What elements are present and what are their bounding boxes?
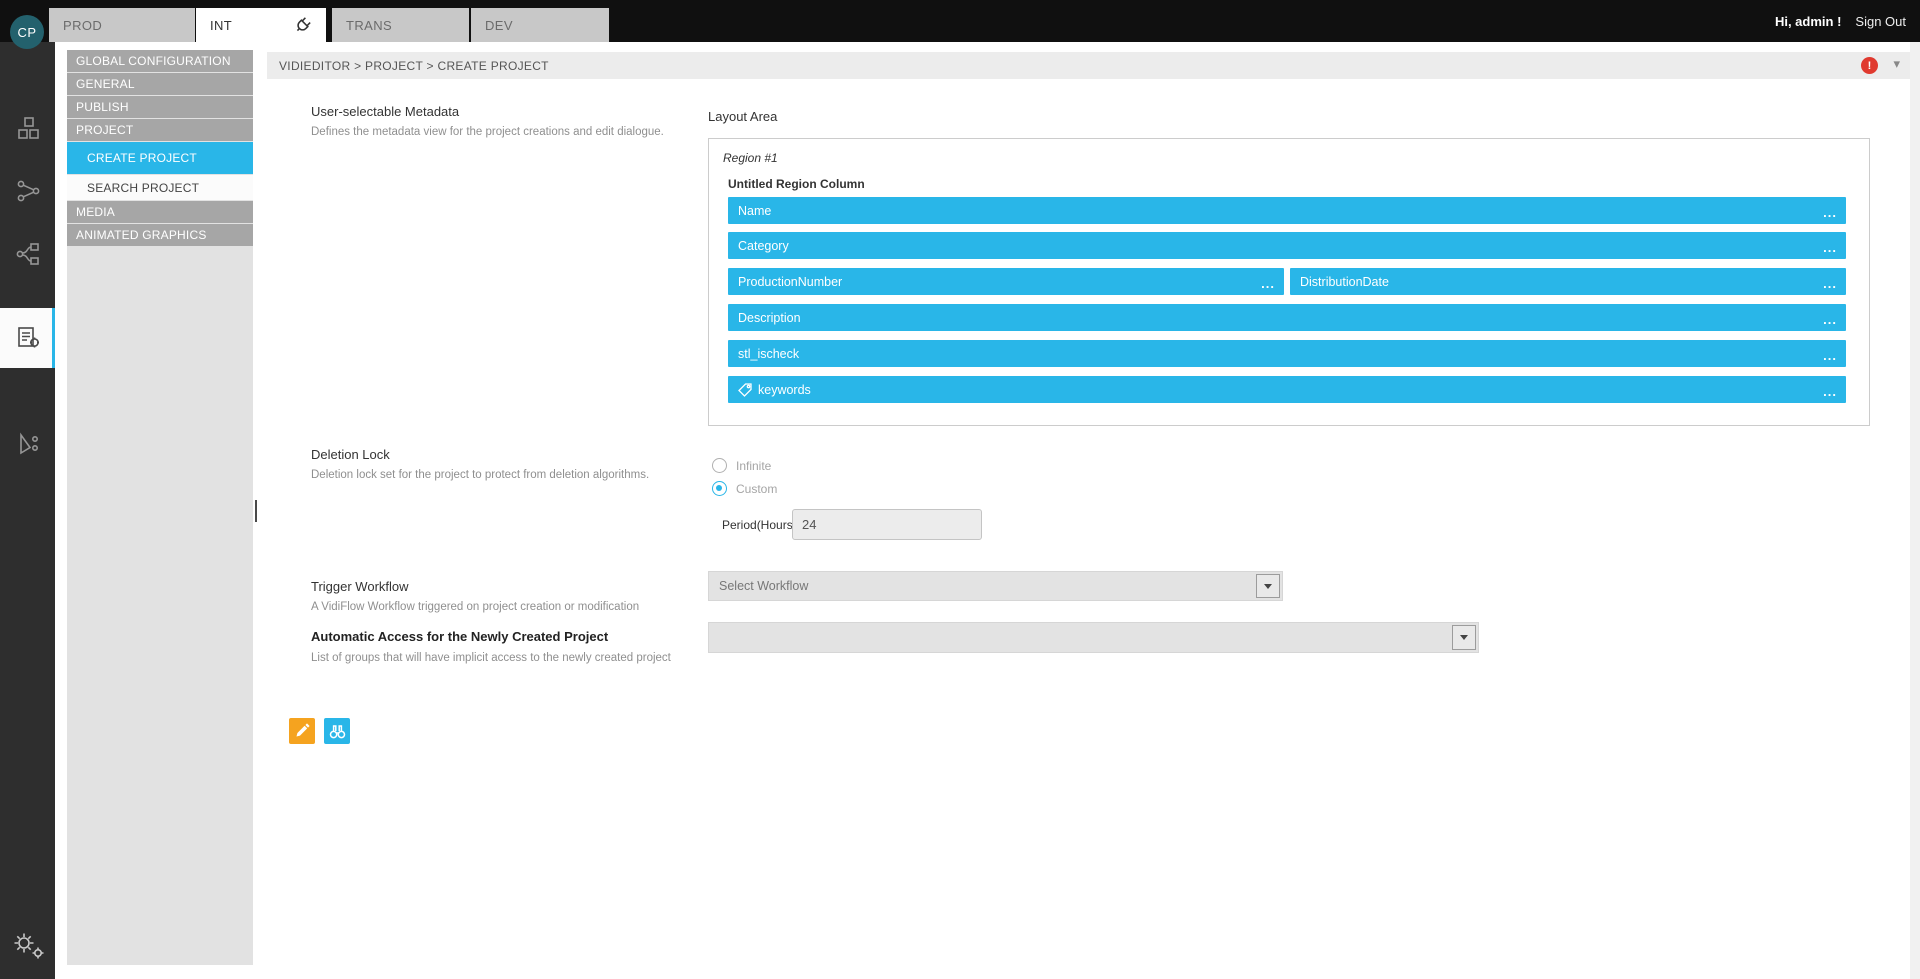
tab-prod[interactable]: PROD xyxy=(49,8,195,42)
sidebar-item-create-project[interactable]: CREATE PROJECT xyxy=(67,142,253,174)
breadcrumb: VIDIEDITOR > PROJECT > CREATE PROJECT xyxy=(279,59,549,73)
network-icon[interactable] xyxy=(0,171,55,211)
workflow-icon[interactable] xyxy=(0,234,55,274)
deletion-lock-description: Deletion lock set for the project to pro… xyxy=(311,469,649,481)
app-root: PROD INT TRANS DEV Hi, admin ! Sign Out … xyxy=(0,0,1920,979)
config-sidebar: GLOBAL CONFIGURATION GENERAL PUBLISH PRO… xyxy=(67,50,253,965)
preview-button[interactable] xyxy=(324,718,350,744)
right-margin xyxy=(1910,42,1920,979)
error-badge[interactable]: ! xyxy=(1861,57,1878,74)
caret-down-icon xyxy=(1460,635,1468,640)
radio-circle-infinite[interactable] xyxy=(712,458,727,473)
period-hours-input[interactable] xyxy=(792,509,982,540)
field-more-handle[interactable]: ... xyxy=(1823,208,1846,224)
sidebar-item-global-configuration[interactable]: GLOBAL CONFIGURATION xyxy=(67,50,253,72)
field-more-handle[interactable]: ... xyxy=(1823,351,1846,367)
metadata-field-category[interactable]: Category ... xyxy=(728,232,1846,259)
auto-access-dropdown-arrow-button[interactable] xyxy=(1452,625,1476,650)
sidebar-item-general[interactable]: GENERAL xyxy=(67,73,253,95)
workflow-dropdown[interactable]: Select Workflow xyxy=(708,571,1283,601)
field-more-handle[interactable]: ... xyxy=(1823,243,1846,259)
field-more-handle[interactable]: ... xyxy=(1823,315,1846,331)
sidebar-splitter-handle[interactable] xyxy=(255,500,257,522)
tab-dev[interactable]: DEV xyxy=(471,8,609,42)
breadcrumb-bar: VIDIEDITOR > PROJECT > CREATE PROJECT ! … xyxy=(267,52,1910,79)
metadata-field-distributiondate[interactable]: DistributionDate ... xyxy=(1290,268,1846,295)
radio-circle-custom[interactable] xyxy=(712,481,727,496)
metadata-field-keywords[interactable]: keywords ... xyxy=(728,376,1846,403)
region-title: Region #1 xyxy=(723,151,778,165)
radio-infinite[interactable]: Infinite xyxy=(712,458,771,473)
radio-infinite-label: Infinite xyxy=(736,459,771,473)
layout-area-label: Layout Area xyxy=(708,109,777,124)
sidebar-item-project[interactable]: PROJECT xyxy=(67,119,253,141)
environment-tabs: PROD INT TRANS DEV xyxy=(49,8,609,42)
metadata-field-productionnumber[interactable]: ProductionNumber ... xyxy=(728,268,1284,295)
app-rail xyxy=(0,42,55,979)
sidebar-item-publish[interactable]: PUBLISH xyxy=(67,96,253,118)
sidebar-item-search-project[interactable]: SEARCH PROJECT xyxy=(67,175,253,200)
metadata-field-description[interactable]: Description ... xyxy=(728,304,1846,331)
tab-trans[interactable]: TRANS xyxy=(332,8,469,42)
field-more-handle[interactable]: ... xyxy=(1823,387,1846,403)
plug-icon xyxy=(294,16,312,37)
project-config-icon[interactable] xyxy=(0,308,55,368)
field-more-handle[interactable]: ... xyxy=(1823,279,1846,295)
sign-out-link[interactable]: Sign Out xyxy=(1855,14,1906,29)
field-more-handle[interactable]: ... xyxy=(1261,279,1284,295)
radio-custom[interactable]: Custom xyxy=(712,481,777,496)
avatar[interactable]: CP xyxy=(10,15,44,49)
pencil-icon xyxy=(294,723,310,739)
chevron-down-icon[interactable]: ▾ xyxy=(1893,57,1900,72)
tab-int-label: INT xyxy=(210,18,232,33)
tab-trans-label: TRANS xyxy=(346,18,392,33)
trigger-workflow-description: A VidiFlow Workflow triggered on project… xyxy=(311,601,639,613)
auto-access-title: Automatic Access for the Newly Created P… xyxy=(311,629,608,644)
auto-access-description: List of groups that will have implicit a… xyxy=(311,652,671,664)
deletion-lock-title: Deletion Lock xyxy=(311,447,390,462)
tab-dev-label: DEV xyxy=(485,18,513,33)
sidebar-item-media[interactable]: MEDIA xyxy=(67,201,253,223)
settings-gears-icon[interactable] xyxy=(0,922,55,968)
layout-area-canvas[interactable]: Region #1 Untitled Region Column Name ..… xyxy=(708,138,1870,426)
auto-access-dropdown[interactable] xyxy=(708,622,1479,653)
workflow-dropdown-arrow-button[interactable] xyxy=(1256,574,1280,598)
radio-custom-label: Custom xyxy=(736,482,777,496)
period-hours-label: Period(Hours) xyxy=(722,518,797,532)
caret-down-icon xyxy=(1264,584,1272,589)
playout-icon[interactable] xyxy=(0,424,55,464)
metadata-field-stl-ischeck[interactable]: stl_ischeck ... xyxy=(728,340,1846,367)
metadata-field-name[interactable]: Name ... xyxy=(728,197,1846,224)
top-bar: PROD INT TRANS DEV Hi, admin ! Sign Out xyxy=(0,0,1920,42)
region-column-title: Untitled Region Column xyxy=(728,177,865,191)
sidebar-item-animated-graphics[interactable]: ANIMATED GRAPHICS xyxy=(67,224,253,246)
assets-icon[interactable] xyxy=(0,108,55,148)
trigger-workflow-title: Trigger Workflow xyxy=(311,579,409,594)
tab-prod-label: PROD xyxy=(63,18,102,33)
edit-button[interactable] xyxy=(289,718,315,744)
tab-int[interactable]: INT xyxy=(196,8,326,42)
binoculars-icon xyxy=(329,723,346,740)
tag-icon xyxy=(738,383,752,397)
workflow-dropdown-value: Select Workflow xyxy=(719,579,808,593)
user-greeting: Hi, admin ! xyxy=(1775,14,1841,29)
metadata-section-description: Defines the metadata view for the projec… xyxy=(311,126,664,138)
user-area: Hi, admin ! Sign Out xyxy=(1775,0,1906,42)
metadata-section-title: User-selectable Metadata xyxy=(311,104,459,119)
